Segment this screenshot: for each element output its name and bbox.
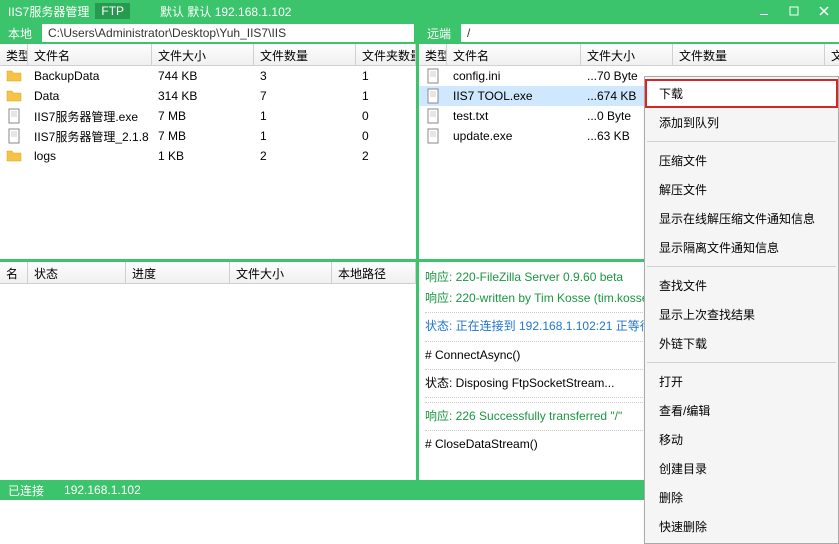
col-size[interactable]: 文件大小 xyxy=(152,44,254,65)
menu-item[interactable]: 打开 xyxy=(645,367,838,396)
q-col-status[interactable]: 状态 xyxy=(28,262,126,283)
title-bar: IIS7服务器管理 FTP 默认 默认 192.168.1.102 xyxy=(0,0,839,22)
file-size: 1 KB xyxy=(152,147,254,165)
status-label: 已连接 xyxy=(8,482,44,499)
table-row[interactable]: Data314 KB71 xyxy=(0,86,416,106)
file-name: logs xyxy=(28,147,152,165)
file-name: IIS7 TOOL.exe xyxy=(447,87,581,105)
menu-item[interactable]: 查找文件 xyxy=(645,271,838,300)
file-name: IIS7服务器管理_2.1.8 xyxy=(28,126,152,147)
file-icon xyxy=(0,108,28,124)
folder-icon xyxy=(0,148,28,164)
file-size: 314 KB xyxy=(152,87,254,105)
col-folders[interactable]: 文件夹数量 xyxy=(825,44,839,65)
local-file-list[interactable]: BackupData744 KB31Data314 KB71IIS7服务器管理.… xyxy=(0,66,416,259)
file-icon xyxy=(419,108,447,124)
queue-list[interactable] xyxy=(0,284,416,480)
file-name: Data xyxy=(28,87,152,105)
folder-count: 0 xyxy=(356,127,416,145)
file-count: 7 xyxy=(254,87,356,105)
title-connection-info: 默认 默认 192.168.1.102 xyxy=(160,3,291,20)
folder-count: 1 xyxy=(356,87,416,105)
menu-item[interactable]: 查看/编辑 xyxy=(645,396,838,425)
file-icon xyxy=(419,68,447,84)
close-button[interactable] xyxy=(809,0,839,22)
menu-item[interactable]: 解压文件 xyxy=(645,175,838,204)
file-icon xyxy=(0,128,28,144)
col-name[interactable]: 文件名 xyxy=(28,44,152,65)
table-row[interactable]: logs1 KB22 xyxy=(0,146,416,166)
table-row[interactable]: BackupData744 KB31 xyxy=(0,66,416,86)
file-name: update.exe xyxy=(447,127,581,145)
queue-panel: 名称 状态 进度 文件大小 本地路径 xyxy=(0,262,419,480)
window-controls xyxy=(749,0,839,22)
menu-item[interactable]: 显示在线解压缩文件通知信息 xyxy=(645,204,838,233)
q-col-name[interactable]: 名称 xyxy=(0,262,28,283)
menu-item[interactable]: 删除 xyxy=(645,483,838,512)
file-name: IIS7服务器管理.exe xyxy=(28,106,152,127)
folder-icon xyxy=(0,88,28,104)
menu-item[interactable]: 显示上次查找结果 xyxy=(645,300,838,329)
folder-count: 0 xyxy=(356,107,416,125)
local-panel: 本地 C:\Users\Administrator\Desktop\Yuh_II… xyxy=(0,22,419,259)
menu-item[interactable]: 下载 xyxy=(645,79,838,108)
col-folders[interactable]: 文件夹数量 xyxy=(356,44,416,65)
q-col-path[interactable]: 本地路径 xyxy=(332,262,416,283)
file-count: 2 xyxy=(254,147,356,165)
menu-item[interactable]: 创建目录 xyxy=(645,454,838,483)
file-count: 3 xyxy=(254,67,356,85)
menu-item[interactable]: 显示隔离文件通知信息 xyxy=(645,233,838,262)
file-size: 7 MB xyxy=(152,107,254,125)
q-col-size[interactable]: 文件大小 xyxy=(230,262,332,283)
app-title: IIS7服务器管理 xyxy=(0,3,89,20)
file-name: test.txt xyxy=(447,107,581,125)
remote-label: 远端 xyxy=(419,25,459,42)
col-files[interactable]: 文件数量 xyxy=(673,44,825,65)
file-size: 7 MB xyxy=(152,127,254,145)
queue-column-headers: 名称 状态 进度 文件大小 本地路径 xyxy=(0,262,416,284)
folder-icon xyxy=(0,68,28,84)
folder-count: 2 xyxy=(356,147,416,165)
col-type[interactable]: 类型 xyxy=(0,44,28,65)
col-size[interactable]: 文件大小 xyxy=(581,44,673,65)
local-label: 本地 xyxy=(0,25,40,42)
local-column-headers: 类型 文件名 文件大小 文件数量 文件夹数量 xyxy=(0,44,416,66)
file-count: 1 xyxy=(254,127,356,145)
file-icon xyxy=(419,88,447,104)
file-name: BackupData xyxy=(28,67,152,85)
folder-count: 1 xyxy=(356,67,416,85)
menu-item[interactable]: 添加到队列 xyxy=(645,108,838,137)
file-count: 1 xyxy=(254,107,356,125)
menu-item[interactable]: 压缩文件 xyxy=(645,146,838,175)
table-row[interactable]: IIS7服务器管理_2.1.87 MB10 xyxy=(0,126,416,146)
maximize-button[interactable] xyxy=(779,0,809,22)
menu-item[interactable]: 外链下载 xyxy=(645,329,838,358)
remote-path-input[interactable]: / xyxy=(461,24,839,42)
context-menu: 下载添加到队列压缩文件解压文件显示在线解压缩文件通知信息显示隔离文件通知信息查找… xyxy=(644,76,839,544)
minimize-button[interactable] xyxy=(749,0,779,22)
q-col-progress[interactable]: 进度 xyxy=(126,262,230,283)
menu-item[interactable]: 移动 xyxy=(645,425,838,454)
local-path-input[interactable]: C:\Users\Administrator\Desktop\Yuh_IIS7\… xyxy=(42,24,414,42)
col-type[interactable]: 类型 xyxy=(419,44,447,65)
table-row[interactable]: IIS7服务器管理.exe7 MB10 xyxy=(0,106,416,126)
remote-column-headers: 类型 文件名 文件大小 文件数量 文件夹数量 xyxy=(419,44,839,66)
file-name: config.ini xyxy=(447,67,581,85)
status-ip: 192.168.1.102 xyxy=(64,483,141,497)
col-files[interactable]: 文件数量 xyxy=(254,44,356,65)
menu-item[interactable]: 快速删除 xyxy=(645,512,838,541)
ftp-badge: FTP xyxy=(95,3,130,19)
col-name[interactable]: 文件名 xyxy=(447,44,581,65)
file-size: 744 KB xyxy=(152,67,254,85)
file-icon xyxy=(419,128,447,144)
